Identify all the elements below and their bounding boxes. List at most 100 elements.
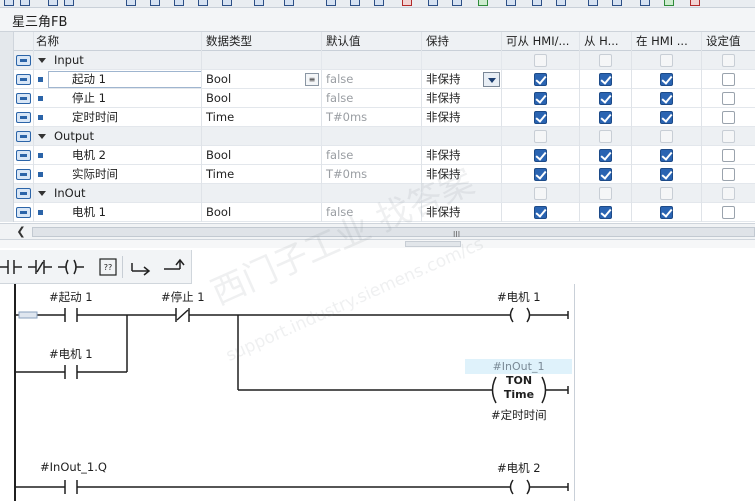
setpoint-checkbox[interactable] [722, 206, 735, 219]
toolbar-icon[interactable] [664, 0, 674, 6]
toolbar-icon[interactable] [478, 0, 488, 6]
toolbar-icon[interactable] [198, 0, 208, 6]
hmi-checkbox[interactable] [534, 149, 547, 162]
expand-arrow-icon[interactable] [38, 58, 46, 63]
col-setpoint[interactable]: 设定值 [702, 32, 755, 51]
type-picker-icon[interactable]: ≡ [305, 73, 319, 86]
toolbar-icon[interactable] [284, 0, 294, 6]
toolbar-icon[interactable] [532, 0, 542, 6]
scroll-left-icon[interactable]: ❮ [13, 225, 29, 239]
toolbar-icon[interactable] [556, 0, 566, 6]
col-data-type[interactable]: 数据类型 [202, 32, 322, 51]
toolbar-icon[interactable] [402, 0, 412, 6]
variable-row[interactable]: 电机 1 Bool false 非保持 [0, 203, 755, 222]
toolbar-icon[interactable] [222, 0, 232, 6]
hmi-checkbox[interactable] [534, 92, 547, 105]
splitter-handle[interactable] [405, 241, 461, 247]
operand-start[interactable]: #起动 1 [49, 289, 93, 305]
nc-contact-icon[interactable] [28, 257, 56, 277]
operand-motor1-contact[interactable]: #电机 1 [49, 346, 93, 362]
retain-cell[interactable]: 非保持 [422, 89, 502, 108]
col-visible-hmi[interactable]: 在 HMI ... [632, 32, 702, 51]
hmi-checkbox[interactable] [534, 206, 547, 219]
toolbar-icon[interactable] [612, 0, 622, 6]
col-default-value[interactable]: 默认值 [322, 32, 422, 51]
coil-icon[interactable] [58, 257, 86, 277]
ton-instance-label[interactable]: #InOut_1 [465, 359, 572, 374]
horizontal-scrollbar[interactable]: ❮ III [0, 223, 755, 240]
section-row[interactable]: Output [0, 127, 755, 146]
section-name-cell[interactable]: Output [34, 127, 202, 146]
operand-ton-pt[interactable]: #定时时间 [491, 407, 547, 423]
section-name-cell[interactable]: Input [34, 51, 202, 70]
data-type-cell[interactable]: Bool [202, 146, 322, 165]
hmi-checkbox[interactable] [660, 92, 673, 105]
toolbar-icon[interactable] [20, 0, 30, 6]
hmi-checkbox[interactable] [534, 168, 547, 181]
hmi-checkbox[interactable] [599, 168, 612, 181]
retain-cell[interactable]: 非保持 [422, 203, 502, 222]
hmi-checkbox[interactable] [660, 206, 673, 219]
operand-stop[interactable]: #停止 1 [161, 289, 205, 305]
hmi-checkbox[interactable] [534, 111, 547, 124]
scroll-thumb[interactable]: III [32, 227, 755, 239]
variable-name-cell[interactable]: 电机 2 [34, 146, 202, 165]
default-value-cell[interactable]: T#0ms [322, 165, 422, 184]
toolbar-icon[interactable] [4, 0, 14, 6]
default-value-cell[interactable]: T#0ms [322, 108, 422, 127]
operand-inout-q[interactable]: #InOut_1.Q [40, 460, 107, 474]
variable-row[interactable]: 电机 2 Bool false 非保持 [0, 146, 755, 165]
default-value-cell[interactable]: false [322, 89, 422, 108]
data-type-cell[interactable]: Bool [202, 70, 322, 89]
hmi-checkbox[interactable] [660, 111, 673, 124]
col-writable-hmi[interactable]: 从 H... [580, 32, 632, 51]
toolbar-icon[interactable] [506, 0, 516, 6]
col-accessible-hmi[interactable]: 可从 HMI/... [502, 32, 580, 51]
toolbar-icon[interactable] [48, 0, 58, 6]
variable-name-cell[interactable]: 电机 1 [34, 203, 202, 222]
toolbar-icon[interactable] [350, 0, 360, 6]
toolbar-icon[interactable] [126, 0, 136, 6]
hmi-checkbox[interactable] [599, 111, 612, 124]
variable-name-cell[interactable]: 停止 1 [34, 89, 202, 108]
setpoint-checkbox[interactable] [722, 92, 735, 105]
ton-coil[interactable]: TON Time [497, 374, 541, 406]
toolbar-icon[interactable] [690, 0, 700, 6]
toolbar-icon[interactable] [326, 0, 336, 6]
expand-arrow-icon[interactable] [38, 191, 46, 196]
setpoint-checkbox[interactable] [722, 111, 735, 124]
hmi-checkbox[interactable] [599, 92, 612, 105]
data-type-cell[interactable]: Bool [202, 203, 322, 222]
variable-name-cell[interactable]: 起动 1 [34, 70, 202, 89]
section-row[interactable]: InOut [0, 184, 755, 203]
default-value-cell[interactable]: false [322, 203, 422, 222]
setpoint-checkbox[interactable] [722, 149, 735, 162]
toolbar-icon[interactable] [254, 0, 264, 6]
toolbar-icon[interactable] [64, 0, 74, 6]
hmi-checkbox[interactable] [660, 149, 673, 162]
no-contact-icon[interactable] [0, 257, 28, 277]
hmi-checkbox[interactable] [599, 206, 612, 219]
section-name-cell[interactable]: InOut [34, 184, 202, 203]
toolbar-icon[interactable] [428, 0, 438, 6]
default-value-cell[interactable]: false [322, 146, 422, 165]
hmi-checkbox[interactable] [660, 73, 673, 86]
pane-splitter[interactable] [0, 240, 755, 248]
open-branch-icon[interactable] [128, 257, 156, 277]
variable-name-cell[interactable]: 实际时间 [34, 165, 202, 184]
data-type-cell[interactable]: Time [202, 108, 322, 127]
default-value-cell[interactable]: false [322, 70, 422, 89]
hmi-checkbox[interactable] [534, 73, 547, 86]
operand-coil-motor2[interactable]: #电机 2 [497, 460, 541, 476]
variable-row[interactable]: 起动 1 Bool false 非保持 ≡ [0, 70, 755, 89]
hmi-checkbox[interactable] [599, 73, 612, 86]
toolbar-icon[interactable] [452, 0, 462, 6]
empty-box-icon[interactable]: ?? [94, 257, 122, 277]
variable-row[interactable]: 停止 1 Bool false 非保持 [0, 89, 755, 108]
toolbar-icon[interactable] [588, 0, 598, 6]
expand-arrow-icon[interactable] [38, 134, 46, 139]
retain-cell[interactable]: 非保持 [422, 108, 502, 127]
variable-row[interactable]: 定时时间 Time T#0ms 非保持 [0, 108, 755, 127]
toolbar-icon[interactable] [174, 0, 184, 6]
toolbar-icon[interactable] [374, 0, 384, 6]
